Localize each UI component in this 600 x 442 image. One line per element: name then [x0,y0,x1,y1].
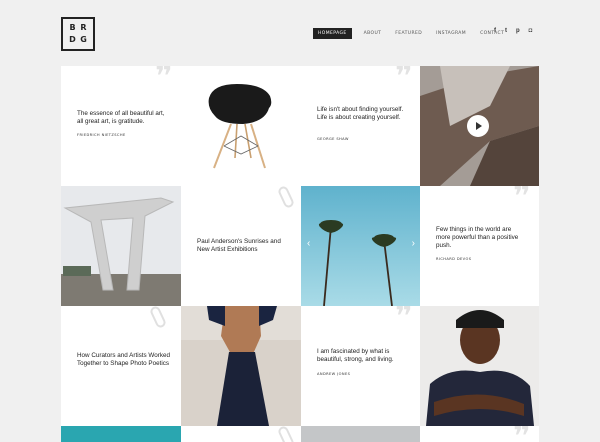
paperclip-icon [276,426,296,442]
facebook-icon[interactable]: f [494,27,496,35]
quote-text: The essence of all beautiful art, all gr… [77,110,165,125]
quote-tile[interactable]: ❞ Life isn't about finding yourself. Lif… [301,66,421,186]
quote-tile[interactable]: ❞ I am fascinated by what is beautiful, … [301,306,421,426]
quote-mark-icon: ❞ [513,426,531,442]
content-grid: ❞ The essence of all beautiful art, all … [61,66,539,442]
portrait-image [420,306,539,426]
sculpture-image [61,186,181,306]
play-button[interactable] [467,115,489,137]
portrait-image-tile[interactable] [420,306,539,426]
social-links: f t p ◘ [494,27,532,35]
quote-mark-icon: ❞ [394,306,413,337]
article-title[interactable]: Paul Anderson's Sunrises and New Artist … [197,238,291,254]
logo-letter: G [80,35,87,44]
quote-text: I am fascinated by what is beautiful, st… [317,348,394,363]
chair-image-tile[interactable] [181,66,301,186]
paperclip-icon [148,306,168,330]
slider-next-arrow-icon[interactable]: › [412,238,415,249]
instagram-icon[interactable]: ◘ [529,27,533,35]
article-tile[interactable]: Paul Anderson's Sunrises and New Artist … [181,186,301,306]
quote-tile[interactable]: ❞ The essence of all beautiful art, all … [61,66,181,186]
quote-tile[interactable]: ❞ [420,426,539,442]
nav-instagram[interactable]: INSTAGRAM [436,31,466,36]
palm-trees-image [301,186,421,306]
nav-homepage[interactable]: HOMEPAGE [313,28,352,39]
logo-letter: R [80,23,87,32]
slider-tile[interactable]: ‹ › [301,186,421,306]
slider-prev-arrow-icon[interactable]: ‹ [307,238,310,249]
quote-mark-icon: ❞ [154,66,173,97]
article-tile[interactable] [181,426,301,442]
quote-author: ANDREW JONES [317,372,351,376]
logo-letter: D [69,35,76,44]
pinterest-icon[interactable]: p [516,27,520,35]
nav-featured[interactable]: FEATURED [395,31,422,36]
quote-mark-icon: ❞ [512,186,531,217]
ocean-image-tile[interactable] [61,426,181,442]
quote-author: FRIEDRICH NIETZSCHE [77,133,126,137]
twitter-icon[interactable]: t [505,27,507,35]
quote-text: Few things in the world are more powerfu… [436,226,519,249]
quote-author: RICHARD DEVOS [436,257,472,261]
article-title[interactable]: How Curators and Artists Worked Together… [77,352,171,368]
logo-letter: B [69,23,76,32]
main-nav: HOMEPAGE ABOUT FEATURED INSTAGRAM CONTAC… [313,28,518,39]
image-tile[interactable] [301,426,421,442]
fashion-image-tile[interactable] [181,306,301,426]
brand-logo[interactable]: B R D G [61,17,95,51]
quote-author: GEORGE SHAW [317,137,349,141]
chair-image [208,84,272,169]
video-tile[interactable] [420,66,539,186]
article-tile[interactable]: How Curators and Artists Worked Together… [61,306,181,426]
fashion-image [181,306,301,426]
quote-tile[interactable]: ❞ Few things in the world are more power… [420,186,539,306]
quote-mark-icon: ❞ [394,66,413,97]
paperclip-icon [276,186,296,210]
sculpture-image-tile[interactable] [61,186,181,306]
quote-text: Life isn't about finding yourself. Life … [317,106,404,121]
nav-about[interactable]: ABOUT [364,31,382,36]
